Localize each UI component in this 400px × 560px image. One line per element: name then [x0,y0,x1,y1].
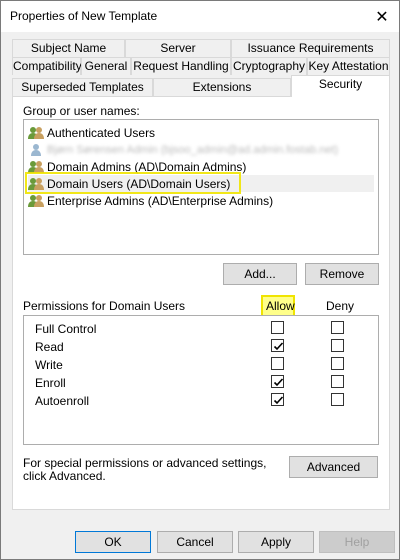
allow-checkbox[interactable] [271,357,284,370]
selected-user-highlight [25,172,241,194]
tab-security[interactable]: Security [291,75,390,97]
remove-button[interactable]: Remove [305,263,379,285]
advanced-button[interactable]: Advanced [289,456,378,478]
allow-header: Allow [266,299,295,313]
permission-name: Enroll [35,376,66,390]
users-group-icon [28,194,44,208]
tab-server[interactable]: Server [125,39,231,57]
title-bar: Properties of New Template ✕ [1,1,399,32]
deny-checkbox[interactable] [331,321,344,334]
tab-subject-name[interactable]: Subject Name [12,39,125,57]
tab-issuance-requirements[interactable]: Issuance Requirements [231,39,390,57]
user-name-redacted: Bjørn Sørensen Admin (bjsoo_admin@ad.adm… [47,143,339,156]
group-user-names-label: Group or user names: [23,104,140,118]
deny-checkbox[interactable] [331,393,344,406]
user-name: Enterprise Admins (AD\Enterprise Admins) [47,193,274,208]
deny-checkbox[interactable] [331,339,344,352]
permissions-list: Full Control Read Write Enroll Autoenrol… [23,315,379,445]
close-icon[interactable]: ✕ [365,1,399,32]
allow-checkbox[interactable] [271,393,284,406]
tab-key-attestation[interactable]: Key Attestation [307,57,390,75]
deny-header: Deny [326,299,355,313]
allow-checkbox[interactable] [271,375,284,388]
permission-name: Autoenroll [35,394,90,408]
tab-general[interactable]: General [81,57,131,75]
permission-name: Write [35,358,63,372]
properties-dialog: Properties of New Template ✕ Subject Nam… [0,0,400,560]
window-title: Properties of New Template [10,9,158,23]
ok-button[interactable]: OK [75,531,151,553]
allow-checkbox[interactable] [271,321,284,334]
deny-checkbox[interactable] [331,357,344,370]
tab-compatibility[interactable]: Compatibility [12,57,82,75]
add-button[interactable]: Add... [223,263,297,285]
tab-superseded-templates[interactable]: Superseded Templates [12,78,153,96]
list-item[interactable]: Bjørn Sørensen Admin (bjsoo_admin@ad.adm… [28,141,374,158]
permissions-label: Permissions for Domain Users [23,299,186,313]
permission-name: Read [35,340,64,354]
tab-request-handling[interactable]: Request Handling [131,57,231,75]
help-button[interactable]: Help [319,531,395,553]
apply-button[interactable]: Apply [238,531,314,553]
tab-extensions[interactable]: Extensions [153,78,291,96]
user-name: Authenticated Users [47,125,156,140]
cancel-button[interactable]: Cancel [157,531,233,553]
special-permissions-text: For special permissions or advanced sett… [23,456,267,483]
allow-checkbox[interactable] [271,339,284,352]
list-item[interactable]: Enterprise Admins (AD\Enterprise Admins) [28,192,374,209]
list-item[interactable]: Authenticated Users [28,124,374,141]
permission-name: Full Control [35,322,97,336]
user-icon [28,143,44,157]
deny-checkbox[interactable] [331,375,344,388]
users-group-icon [28,126,44,140]
tab-cryptography[interactable]: Cryptography [231,57,307,75]
